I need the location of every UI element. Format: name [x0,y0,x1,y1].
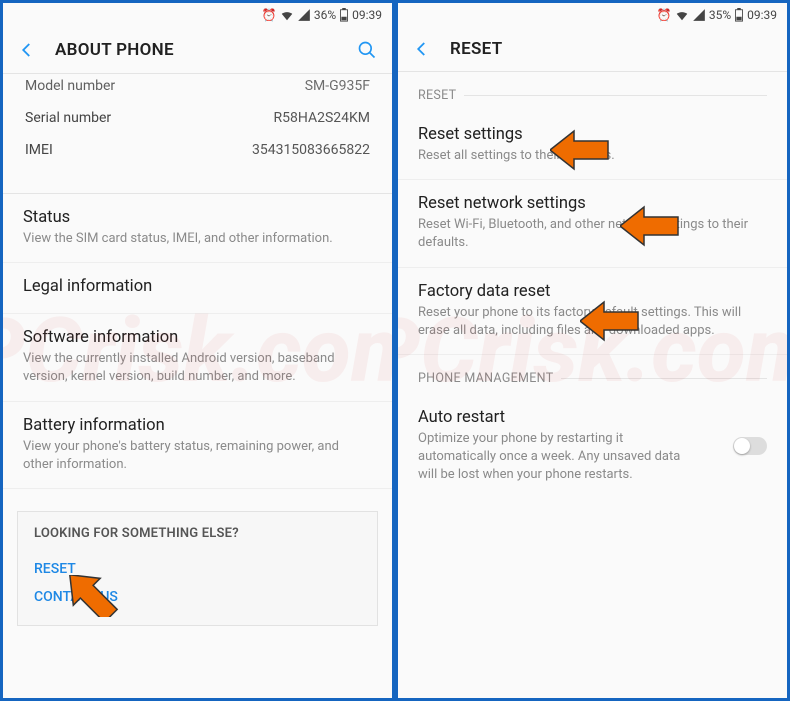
info-label: IMEI [25,142,53,158]
info-row-imei: IMEI 354315083665822 [3,134,392,166]
info-row-model: Model number SM-G935F [3,70,392,102]
signal-icon [297,8,311,22]
item-title: Factory data reset [418,282,767,301]
about-phone-screen: PCrisk.com ⏰ 36% 09:39 ABOUT PHONE Model… [3,3,392,698]
section-header-phone-mgmt: PHONE MANAGEMENT [398,355,787,394]
footer-link-reset[interactable]: RESET [34,555,361,583]
info-value: R58HA2S24KM [273,110,370,126]
item-title: Reset settings [418,125,767,144]
item-title: Reset network settings [418,194,767,213]
item-title: Legal information [23,277,372,296]
battery-percent: 35% [709,8,731,22]
item-desc: View the currently installed Android ver… [23,350,372,386]
item-reset-network[interactable]: Reset network settings Reset Wi-Fi, Blue… [398,180,787,267]
battery-icon [734,8,744,22]
item-auto-restart-row: Auto restart Optimize your phone by rest… [398,394,787,499]
item-reset-settings[interactable]: Reset settings Reset all settings to the… [398,111,787,180]
footer-title: LOOKING FOR SOMETHING ELSE? [34,526,361,541]
info-value: SM-G935F [305,78,370,94]
header: RESET [398,27,787,71]
item-status[interactable]: Status View the SIM card status, IMEI, a… [3,194,392,263]
info-row-serial: Serial number R58HA2S24KM [3,102,392,134]
clock: 09:39 [747,8,777,22]
status-bar: ⏰ 36% 09:39 [3,3,392,27]
header: ABOUT PHONE [3,27,392,73]
auto-restart-toggle[interactable] [733,437,767,455]
alarm-icon: ⏰ [262,8,277,22]
info-label: Serial number [25,110,111,126]
wifi-icon [280,8,294,22]
item-auto-restart[interactable]: Auto restart Optimize your phone by rest… [398,394,719,499]
back-icon[interactable] [17,40,37,60]
wifi-icon [675,8,689,22]
item-legal[interactable]: Legal information [3,263,392,314]
section-header-reset: RESET [398,72,787,111]
item-desc: View the SIM card status, IMEI, and othe… [23,230,372,248]
item-battery[interactable]: Battery information View your phone's ba… [3,402,392,489]
info-label: Model number [25,78,115,94]
page-title: ABOUT PHONE [55,40,338,60]
reset-screen: PCrisk.com ⏰ 35% 09:39 RESET RESET Reset… [398,3,787,698]
item-factory-reset[interactable]: Factory data reset Reset your phone to i… [398,268,787,355]
item-desc: View your phone's battery status, remain… [23,438,372,474]
item-desc: Reset your phone to its factory default … [418,304,767,340]
item-desc: Optimize your phone by restarting it aut… [418,430,699,485]
item-title: Status [23,208,372,227]
page-title: RESET [450,39,773,59]
item-software[interactable]: Software information View the currently … [3,314,392,401]
search-icon[interactable] [356,39,378,61]
footer-box: LOOKING FOR SOMETHING ELSE? RESET CONTAC… [17,511,378,626]
alarm-icon: ⏰ [657,8,672,22]
info-value: 354315083665822 [252,142,370,158]
item-title: Software information [23,328,372,347]
footer-link-contact[interactable]: CONTACT US [34,583,361,611]
item-desc: Reset all settings to their defaults. [418,147,767,165]
item-title: Auto restart [418,408,699,427]
battery-icon [339,8,349,22]
item-desc: Reset Wi-Fi, Bluetooth, and other networ… [418,216,767,252]
item-title: Battery information [23,416,372,435]
battery-percent: 36% [314,8,336,22]
status-bar: ⏰ 35% 09:39 [398,3,787,27]
signal-icon [692,8,706,22]
clock: 09:39 [352,8,382,22]
back-icon[interactable] [412,39,432,59]
